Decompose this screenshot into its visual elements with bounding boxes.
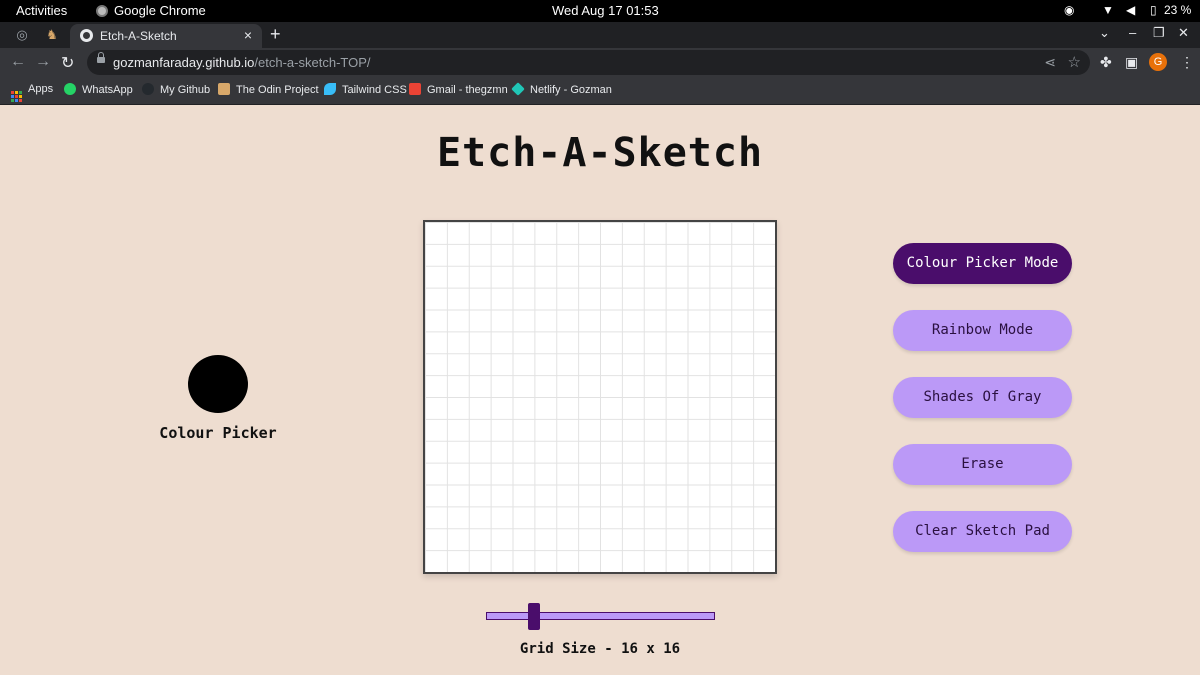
- netlify-icon: [511, 82, 525, 96]
- colour-picker-label: Colour Picker: [159, 424, 277, 442]
- bookmark-odin-project[interactable]: The Odin Project: [218, 83, 319, 96]
- bookmark-star-icon[interactable]: ☆: [1068, 53, 1081, 71]
- address-bar[interactable]: gozmanfaraday.github.io/etch-a-sketch-TO…: [87, 50, 1090, 75]
- apps-grid-icon: [11, 91, 22, 102]
- menu-icon[interactable]: ⋮: [1180, 54, 1194, 71]
- bookmark-label: My Github: [160, 84, 211, 96]
- tab-strip: ◎ ♞ Etch-A-Sketch × + ⌄ – ❐ ✕: [0, 22, 1200, 48]
- clear-sketch-pad-button[interactable]: Clear Sketch Pad: [893, 511, 1072, 552]
- bookmark-label: WhatsApp: [82, 84, 133, 96]
- url-text[interactable]: gozmanfaraday.github.io/etch-a-sketch-TO…: [113, 55, 371, 70]
- browser-toolbar: ← → ↻ gozmanfaraday.github.io/etch-a-ske…: [0, 48, 1200, 78]
- wifi-icon[interactable]: ▼: [1102, 3, 1114, 17]
- url-host: gozmanfaraday.github.io: [113, 55, 255, 70]
- bookmark-netlify[interactable]: Netlify - Gozman: [511, 82, 612, 96]
- back-icon[interactable]: ←: [10, 53, 26, 71]
- battery-percent: 23 %: [1164, 3, 1192, 17]
- profile-avatar[interactable]: G: [1149, 53, 1167, 71]
- forward-icon[interactable]: →: [35, 53, 51, 71]
- bookmark-my-github[interactable]: My Github: [142, 83, 210, 96]
- clock[interactable]: Wed Aug 17 01:53: [552, 3, 659, 18]
- share-icon[interactable]: ⋖: [1044, 54, 1056, 71]
- side-panel-icon[interactable]: ▣: [1125, 54, 1138, 71]
- tailwind-icon: [324, 83, 336, 95]
- os-top-bar: Activities Google Chrome Wed Aug 17 01:5…: [0, 0, 1200, 22]
- erase-button[interactable]: Erase: [893, 444, 1072, 485]
- app-name: Google Chrome: [114, 3, 206, 18]
- bookmark-label: Gmail - thegzmn: [427, 84, 508, 96]
- grid-size-label: Grid Size - 16 x 16: [519, 641, 681, 657]
- app-menu[interactable]: Google Chrome: [96, 3, 206, 18]
- grid-size-slider-thumb[interactable]: [528, 603, 540, 630]
- odin-pinned-tab-icon[interactable]: ♞: [44, 27, 60, 43]
- bookmark-label: The Odin Project: [236, 84, 319, 96]
- update-icon[interactable]: ◉: [1064, 3, 1074, 17]
- github-icon: [142, 83, 154, 95]
- new-tab-button[interactable]: +: [270, 24, 281, 45]
- bookmarks-bar: Apps WhatsApp My Github The Odin Project…: [0, 78, 1200, 105]
- bookmark-label: Netlify - Gozman: [530, 84, 612, 96]
- bookmark-label: Tailwind CSS: [342, 84, 407, 96]
- tab-search-icon[interactable]: ⌄: [1099, 25, 1110, 41]
- battery-icon[interactable]: ▯: [1150, 3, 1157, 17]
- bookmark-tailwind[interactable]: Tailwind CSS: [324, 83, 407, 96]
- bookmark-apps[interactable]: Apps: [11, 83, 53, 102]
- colour-picker-mode-button[interactable]: Colour Picker Mode: [893, 243, 1072, 284]
- colour-picker-input[interactable]: [188, 355, 248, 413]
- gmail-icon: [409, 83, 421, 95]
- url-path: /etch-a-sketch-TOP/: [254, 55, 371, 70]
- chrome-icon: [96, 5, 108, 17]
- close-tab-icon[interactable]: ×: [244, 27, 252, 43]
- globe-icon: [80, 29, 93, 42]
- minimize-icon[interactable]: –: [1129, 25, 1136, 40]
- rainbow-mode-button[interactable]: Rainbow Mode: [893, 310, 1072, 351]
- lock-icon[interactable]: [97, 52, 105, 63]
- github-pinned-tab-icon[interactable]: ◎: [14, 27, 30, 43]
- close-window-icon[interactable]: ✕: [1178, 25, 1189, 41]
- activities-button[interactable]: Activities: [16, 3, 67, 18]
- bookmark-label: Apps: [28, 83, 54, 95]
- odin-icon: [218, 83, 230, 95]
- page-title: Etch-A-Sketch: [436, 130, 764, 176]
- bookmark-gmail[interactable]: Gmail - thegzmn: [409, 83, 508, 96]
- page-content: Etch-A-Sketch Colour Picker Colour Picke…: [0, 105, 1200, 675]
- restore-icon[interactable]: ❐: [1153, 25, 1165, 41]
- shades-of-gray-button[interactable]: Shades Of Gray: [893, 377, 1072, 418]
- whatsapp-icon: [64, 83, 76, 95]
- reload-icon[interactable]: ↻: [61, 53, 74, 73]
- volume-icon[interactable]: ◀: [1126, 3, 1135, 17]
- grid-size-slider-track[interactable]: [486, 612, 715, 620]
- bookmark-whatsapp[interactable]: WhatsApp: [64, 83, 133, 96]
- tab-title: Etch-A-Sketch: [100, 29, 177, 43]
- sketch-pad-grid[interactable]: [423, 220, 777, 574]
- tab-etch-a-sketch[interactable]: Etch-A-Sketch ×: [70, 24, 262, 48]
- extensions-icon[interactable]: ✤: [1100, 54, 1112, 71]
